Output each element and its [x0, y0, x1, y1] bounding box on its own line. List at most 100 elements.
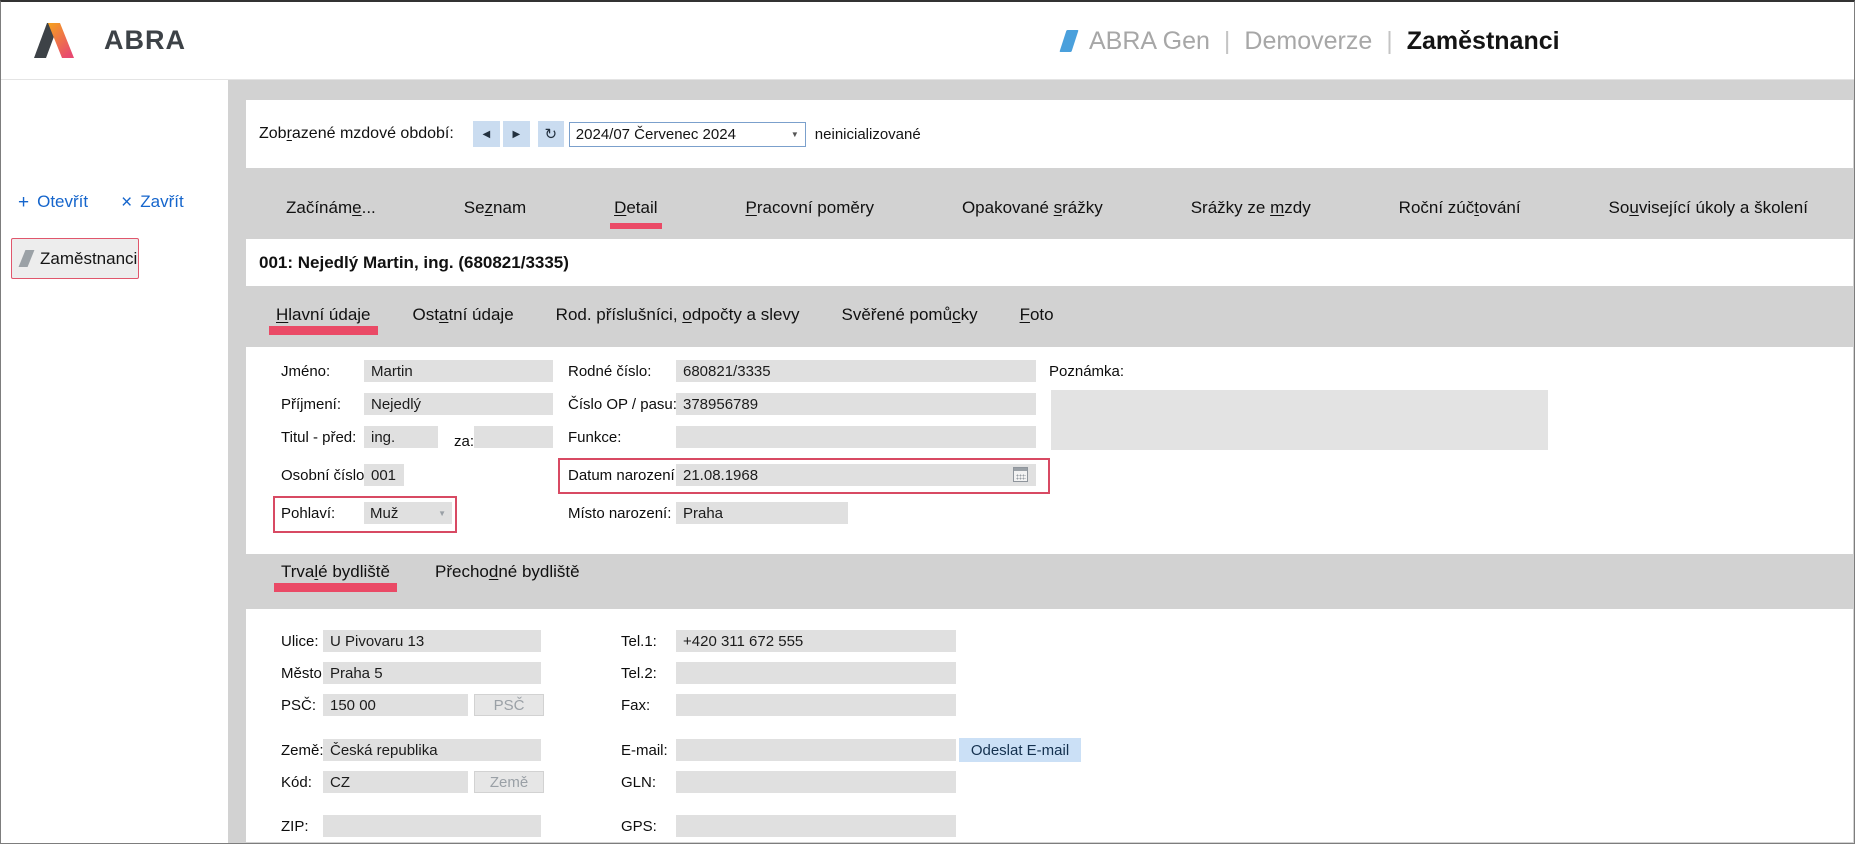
prijmeni-label: Příjmení:	[281, 396, 341, 413]
misto-narozeni-label: Místo narození:	[568, 505, 671, 522]
app-header: ABRA ABRA Gen | Demoverze | Zaměstnanci	[1, 2, 1854, 80]
tab-hlavni-udaje[interactable]: Hlavní údaje	[276, 305, 371, 325]
misto-narozeni-input[interactable]	[676, 502, 848, 524]
refresh-icon: ↻	[545, 125, 558, 143]
cislo-op-input[interactable]	[676, 393, 1036, 415]
osobni-cislo-input[interactable]	[364, 464, 404, 486]
jmeno-input[interactable]	[364, 360, 553, 382]
fax-input[interactable]	[676, 694, 956, 716]
tab-souvisejici-ukoly[interactable]: Související úkoly a školení	[1609, 198, 1808, 218]
prijmeni-input[interactable]	[364, 393, 553, 415]
funkce-label: Funkce:	[568, 429, 621, 446]
tab-rocni-zuctovani[interactable]: Roční zúčtování	[1399, 198, 1521, 218]
tel1-label: Tel.1:	[621, 633, 657, 650]
zip-input[interactable]	[323, 815, 541, 837]
title-separator: |	[1386, 27, 1393, 56]
tel2-label: Tel.2:	[621, 665, 657, 682]
module-name: Zaměstnanci	[1407, 27, 1560, 56]
titul-pred-label: Titul - před:	[281, 429, 356, 446]
zeme-label: Země:	[281, 742, 324, 759]
record-title: 001: Nejedlý Martin, ing. (680821/3335)	[259, 253, 569, 273]
tab-opakovane-srazky[interactable]: Opakované srážky	[962, 198, 1103, 218]
tab-seznam[interactable]: Seznam	[464, 198, 526, 218]
tab-sverene-pomucky[interactable]: Svěřené pomůcky	[841, 305, 977, 325]
period-status: neinicializované	[815, 126, 921, 143]
rodne-cislo-label: Rodné číslo:	[568, 363, 651, 380]
gps-input[interactable]	[676, 815, 956, 837]
next-arrow-icon: ▶	[512, 129, 520, 140]
tab-rod-prislusnici[interactable]: Rod. příslušníci, odpočty a slevy	[556, 305, 800, 325]
kod-label: Kód:	[281, 774, 312, 791]
abra-logo-icon	[34, 22, 92, 58]
gln-label: GLN:	[621, 774, 656, 791]
period-combobox[interactable]: 2024/07 Červenec 2024 ▼	[569, 122, 806, 147]
abra-logo-text: ABRA	[104, 25, 186, 56]
title-slash-icon	[1059, 30, 1078, 52]
datum-narozeni-label: Datum narození:	[568, 467, 679, 484]
funkce-input[interactable]	[676, 426, 1036, 448]
close-button[interactable]: × Zavřít	[121, 192, 184, 212]
tab-prechodne-bydliste[interactable]: Přechodné bydliště	[435, 562, 580, 582]
datum-narozeni-input[interactable]	[676, 464, 1036, 486]
fax-label: Fax:	[621, 697, 650, 714]
chevron-down-icon: ▼	[438, 509, 446, 518]
address-tab-bar: Trvalé bydliště Přechodné bydliště	[246, 554, 1853, 609]
tel2-input[interactable]	[676, 662, 956, 684]
window-title: ABRA Gen | Demoverze | Zaměstnanci	[1063, 2, 1560, 80]
chevron-down-icon: ▼	[791, 130, 799, 139]
app-name: ABRA Gen	[1089, 27, 1210, 56]
close-icon: ×	[121, 194, 132, 211]
abra-gen-window: ABRA ABRA Gen | Demoverze | Zaměstnanci …	[0, 0, 1855, 844]
zip-label: ZIP:	[281, 818, 309, 835]
mesto-label: Město:	[281, 665, 326, 682]
ulice-input[interactable]	[323, 630, 541, 652]
zeme-lookup-button[interactable]: Země	[474, 771, 544, 793]
kod-input[interactable]	[323, 771, 468, 793]
psc-input[interactable]	[323, 694, 468, 716]
tab-zaciname[interactable]: Začínáme...	[286, 198, 376, 218]
mesto-input[interactable]	[323, 662, 541, 684]
poznamka-label: Poznámka:	[1049, 363, 1124, 380]
titul-za-label: za:	[454, 433, 474, 450]
sidebar: + Otevřít × Zavřít Zaměstnanci	[1, 80, 228, 843]
open-button[interactable]: + Otevřít	[18, 192, 88, 212]
sidebar-item-zamestnanci[interactable]: Zaměstnanci	[11, 238, 139, 279]
period-toolbar: Zobrazené mzdové období: ◀ ▶ ↻ 2024/07 Č…	[246, 100, 1853, 168]
email-label: E-mail:	[621, 742, 668, 759]
employee-form: Jméno: Rodné číslo: Poznámka: Příjmení: …	[246, 347, 1853, 554]
sidebar-item-label: Zaměstnanci	[40, 249, 137, 269]
previous-period-button[interactable]: ◀	[473, 121, 500, 147]
titul-za-input[interactable]	[474, 426, 553, 448]
pohlavi-value: Muž	[370, 505, 398, 522]
tab-srazky-ze-mzdy[interactable]: Srážky ze mzdy	[1191, 198, 1311, 218]
psc-label: PSČ:	[281, 697, 316, 714]
address-form: Ulice: Město: PSČ: PSČ Země: Kód: Země Z…	[246, 609, 1853, 842]
poznamka-textarea[interactable]	[1051, 390, 1548, 450]
zeme-input[interactable]	[323, 739, 541, 761]
sidebar-actions: + Otevřít × Zavřít	[18, 192, 184, 212]
abra-logo: ABRA	[34, 22, 186, 58]
pohlavi-select[interactable]: Muž ▼	[364, 502, 452, 524]
psc-lookup-button[interactable]: PSČ	[474, 694, 544, 716]
titul-pred-input[interactable]	[364, 426, 438, 448]
osobni-cislo-label: Osobní číslo:	[281, 467, 369, 484]
edition-name: Demoverze	[1244, 27, 1372, 56]
send-email-button[interactable]: Odeslat E-mail	[959, 738, 1081, 762]
calendar-icon[interactable]	[1013, 467, 1028, 482]
next-period-button[interactable]: ▶	[503, 121, 530, 147]
record-header: 001: Nejedlý Martin, ing. (680821/3335)	[246, 239, 1853, 286]
tab-foto[interactable]: Foto	[1020, 305, 1054, 325]
tab-ostatni-udaje[interactable]: Ostatní údaje	[413, 305, 514, 325]
gln-input[interactable]	[676, 771, 956, 793]
ulice-label: Ulice:	[281, 633, 319, 650]
tel1-input[interactable]	[676, 630, 956, 652]
rodne-cislo-input[interactable]	[676, 360, 1036, 382]
refresh-period-button[interactable]: ↻	[538, 121, 564, 147]
tab-trvale-bydliste[interactable]: Trvalé bydliště	[281, 562, 390, 582]
title-separator: |	[1224, 27, 1231, 56]
tab-detail[interactable]: Detail	[614, 198, 657, 218]
email-input[interactable]	[676, 739, 956, 761]
period-value: 2024/07 Červenec 2024	[576, 126, 736, 143]
pohlavi-label: Pohlaví:	[281, 505, 335, 522]
tab-pracovni-pomery[interactable]: Pracovní poměry	[745, 198, 874, 218]
